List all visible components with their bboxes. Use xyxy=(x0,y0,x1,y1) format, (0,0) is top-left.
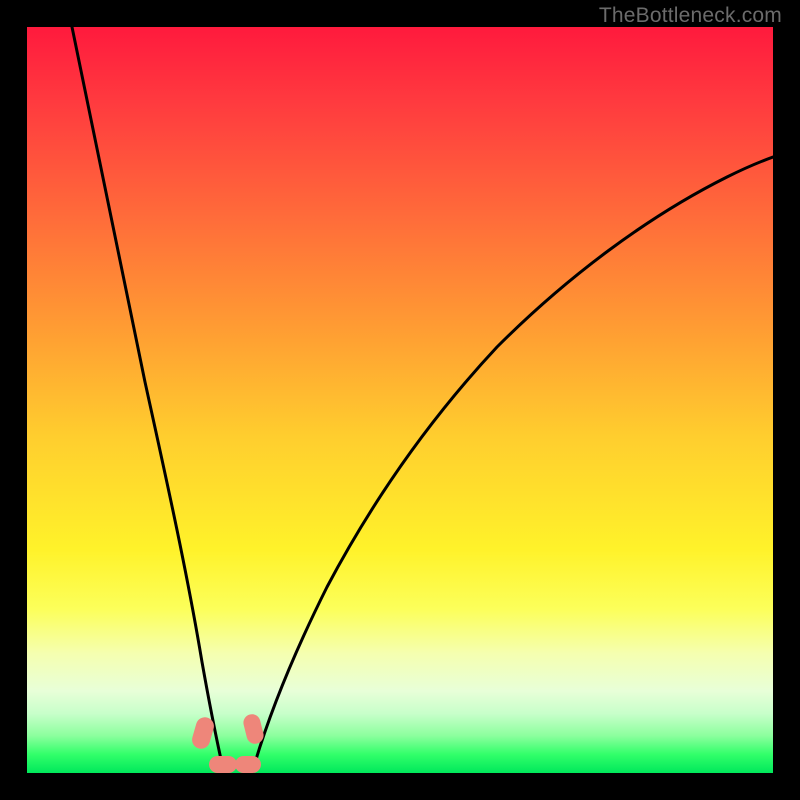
right-curve xyxy=(252,157,773,773)
blob-bottom-left xyxy=(209,756,237,773)
plot-area xyxy=(27,27,773,773)
watermark-text: TheBottleneck.com xyxy=(599,4,782,28)
left-curve xyxy=(72,27,224,773)
chart-frame: TheBottleneck.com xyxy=(0,0,800,800)
curve-layer xyxy=(27,27,773,773)
blob-bottom-right xyxy=(235,756,261,773)
